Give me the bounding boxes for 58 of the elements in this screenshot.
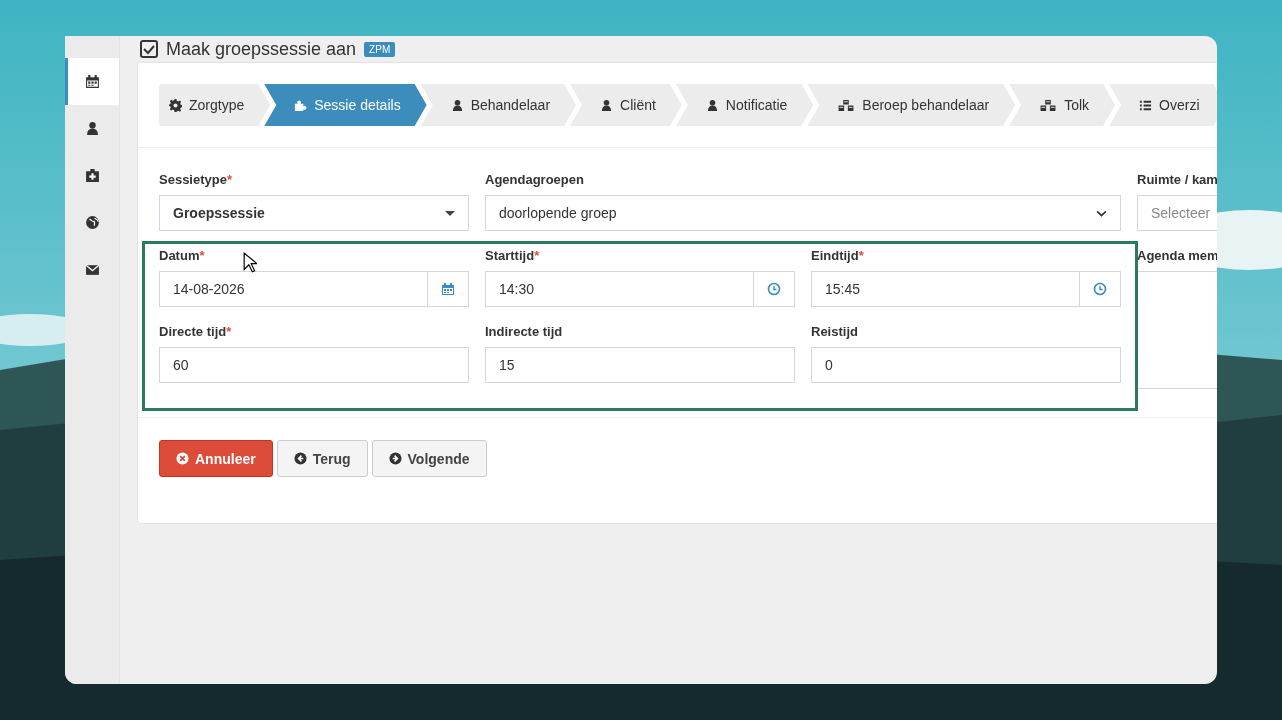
list-icon [1139, 98, 1153, 112]
page-title: Maak groepssessie aan [166, 38, 357, 60]
field-label: Datum* [159, 248, 205, 265]
gear-icon [169, 98, 182, 112]
input-field[interactable]: 14-08-2026 [159, 271, 428, 307]
globe-icon [84, 215, 100, 230]
arrow-left-icon [293, 452, 307, 465]
close-icon [176, 452, 189, 465]
cubes-icon [1039, 98, 1058, 112]
user-icon [450, 98, 464, 112]
sidebar-item[interactable] [65, 58, 119, 105]
calendar-icon [441, 282, 455, 296]
field-label: Sessietype* [159, 172, 232, 189]
select-field[interactable]: Selecteer [1137, 195, 1217, 231]
checkbox-icon [140, 40, 158, 58]
wizard-step[interactable]: Overzi [1109, 84, 1217, 126]
nav-button[interactable]: Terug [276, 440, 368, 477]
select-field[interactable]: doorlopende groep [485, 195, 1121, 231]
field-label: Ruimte / kam [1137, 172, 1217, 189]
input-field[interactable]: 14:30 [485, 271, 754, 307]
wizard-step[interactable]: Tolk [1009, 84, 1116, 126]
input-field[interactable]: 60 [159, 347, 469, 383]
wizard-step[interactable]: Sessie details [264, 84, 427, 126]
field-label: Agendagroepen [485, 172, 584, 189]
calendar-button[interactable] [428, 271, 469, 307]
clock-button[interactable] [1080, 271, 1121, 307]
wizard-step[interactable]: Cliënt [570, 84, 682, 126]
wizard-step[interactable]: Beroep behandelaar [807, 84, 1016, 126]
wizard-step[interactable]: Zorgtype [159, 84, 271, 126]
nav-button[interactable]: Volgende [371, 440, 487, 477]
wizard-step[interactable]: Behandelaar [420, 84, 577, 126]
cubes-icon [837, 98, 856, 112]
cancel-button[interactable]: Annuleer [159, 440, 273, 477]
input-field[interactable]: 15:45 [811, 271, 1080, 307]
field-label: Starttijd* [485, 248, 540, 265]
envelope-icon [84, 262, 100, 277]
user-icon [84, 121, 100, 136]
user-icon [705, 98, 719, 112]
select-field[interactable]: Groepssessie [159, 195, 469, 231]
puzzle-icon [294, 98, 308, 112]
calendar-icon [84, 74, 100, 89]
clock-button[interactable] [754, 271, 795, 307]
field-label: Reistijd [811, 324, 858, 341]
input-field[interactable]: 0 [811, 347, 1121, 383]
field-label: Agenda mem [1137, 248, 1217, 265]
chevron-down-icon [1096, 209, 1107, 217]
wizard-step[interactable]: Notificatie [675, 84, 814, 126]
cursor-icon [243, 252, 257, 273]
arrow-right-icon [388, 452, 402, 465]
clock-icon [767, 282, 781, 296]
field-label: Directe tijd* [159, 324, 232, 341]
medkit-icon [84, 168, 100, 183]
input-field[interactable]: 15 [485, 347, 795, 383]
user-icon [600, 98, 614, 112]
badge: ZPM [364, 41, 396, 57]
field-label: Eindtijd* [811, 248, 864, 265]
field-label: Indirecte tijd [485, 324, 563, 341]
clock-icon [1093, 282, 1107, 296]
